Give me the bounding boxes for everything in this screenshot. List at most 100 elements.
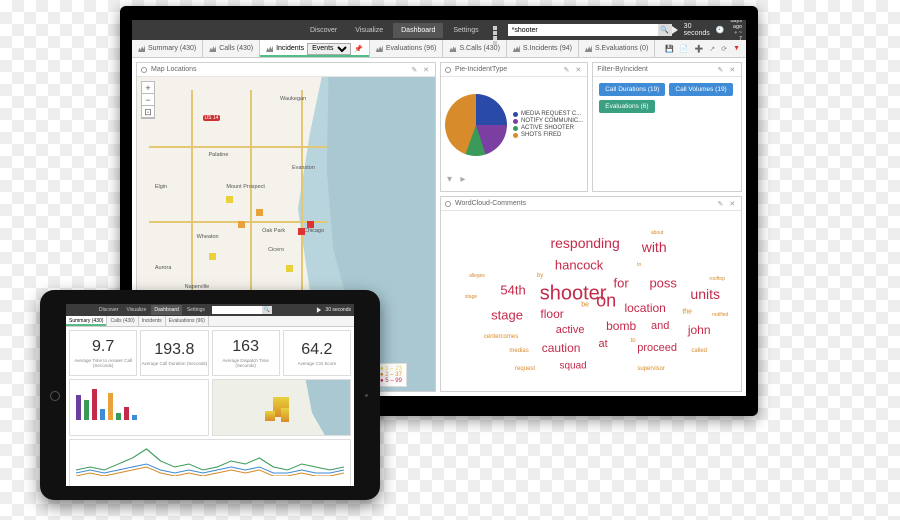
search-button[interactable]: 🔍 [262, 306, 272, 314]
tab-scalls[interactable]: S.Calls (430) [443, 40, 506, 57]
nav-visualize[interactable]: Visualize [123, 305, 149, 315]
zoom-fit-button[interactable]: ⊡ [142, 106, 154, 118]
wordcloud-word[interactable]: caution [542, 341, 581, 355]
search-input[interactable] [508, 24, 658, 36]
tab-sevaluations[interactable]: S.Evaluations (0) [579, 40, 655, 57]
panel-actions[interactable]: ✎ ✕ [411, 66, 431, 74]
pin-icon[interactable]: 📌 [354, 45, 363, 53]
play-icon[interactable] [672, 26, 678, 34]
wordcloud-word[interactable]: for [614, 276, 629, 291]
wordcloud-word[interactable]: supervisor [637, 366, 665, 372]
wordcloud-word[interactable]: rooftop [709, 276, 725, 282]
map-marker[interactable] [226, 196, 233, 203]
zoom-out-button[interactable]: − [142, 94, 154, 106]
wordcloud-word[interactable]: proceed [637, 342, 677, 354]
wordcloud-word[interactable]: to [637, 262, 641, 268]
wordcloud-word[interactable]: stage [465, 294, 477, 300]
wordcloud-word[interactable]: the [682, 308, 692, 315]
tool-new-icon[interactable]: 📄 [680, 45, 689, 53]
wordcloud-word[interactable]: request [515, 366, 535, 372]
wordcloud-word[interactable]: medias [509, 348, 528, 354]
tool-save-icon[interactable]: 💾 [665, 45, 674, 53]
tab-incidents[interactable]: Incidents Events 📌 [260, 40, 370, 57]
wordcloud-word[interactable]: location [624, 301, 665, 315]
nav-settings[interactable]: Settings [184, 305, 208, 315]
map-marker[interactable] [307, 221, 314, 228]
filter-chip[interactable]: Call Volumes (19) [669, 83, 732, 96]
wordcloud-word[interactable]: active [556, 324, 585, 336]
tab-summary[interactable]: Summary (430) [132, 40, 203, 57]
tool-share-icon[interactable]: ↗ [709, 45, 715, 53]
wordcloud-word[interactable]: squad [559, 360, 586, 371]
refresh-interval[interactable]: 30 seconds [684, 23, 710, 37]
wordcloud-word[interactable]: poss [649, 276, 676, 291]
tab-evaluations[interactable]: Evaluations (96) [166, 316, 209, 326]
search-button[interactable]: 🔍 [658, 24, 672, 36]
nav-discover[interactable]: Discover [302, 23, 345, 38]
map-marker[interactable] [256, 209, 263, 216]
tool-add-icon[interactable]: ➕ [695, 45, 704, 53]
wordcloud-word[interactable]: floor [540, 307, 563, 321]
wordcloud-word[interactable]: about [651, 230, 664, 236]
apps-icon[interactable] [493, 25, 498, 35]
wordcloud-word[interactable]: by [537, 273, 543, 279]
wordcloud-word[interactable]: responding [550, 235, 619, 251]
panel-actions[interactable]: ✎ ✕ [564, 66, 584, 74]
nav-settings[interactable]: Settings [445, 23, 486, 38]
panel-actions[interactable]: ✎ ✕ [718, 66, 738, 74]
panel-actions[interactable]: ✎ ✕ [718, 200, 738, 208]
tab-summary[interactable]: Summary (430) [66, 316, 107, 326]
tab-incidents[interactable]: Incidents [139, 316, 166, 326]
bar-chart[interactable] [70, 380, 208, 424]
legend-label[interactable]: MEDIA REQUEST C... [521, 111, 581, 117]
wordcloud-word[interactable]: to [631, 338, 636, 344]
tab-evaluations[interactable]: Evaluations (96) [370, 40, 444, 57]
bar[interactable] [84, 400, 89, 420]
wordcloud-word[interactable]: called [691, 348, 707, 354]
wordcloud-word[interactable]: units [690, 286, 720, 302]
bar[interactable] [116, 413, 121, 420]
wordcloud-word[interactable]: alleges [469, 273, 485, 279]
bar[interactable] [108, 393, 113, 420]
legend-label[interactable]: SHOTS FIRED [521, 132, 561, 138]
legend-label[interactable]: ACTIVE SHOOTER [521, 125, 574, 131]
legend-label[interactable]: NOTIFY COMMUNIC... [521, 118, 583, 124]
tool-refresh-icon[interactable]: ⟳ [721, 45, 727, 53]
bar[interactable] [132, 415, 137, 420]
wordcloud-word[interactable]: notified [712, 312, 728, 318]
tab-calls[interactable]: Calls (430) [203, 40, 260, 57]
wordcloud-word[interactable]: centercomes [484, 334, 518, 340]
wordcloud-word[interactable]: hancock [555, 258, 603, 273]
refresh-interval[interactable]: 30 seconds [325, 307, 351, 313]
tab-sincidents[interactable]: S.Incidents (94) [507, 40, 579, 57]
wordcloud-canvas[interactable]: 1 – 23 2 – 37 5 – 99 shooteronresponding… [441, 211, 741, 391]
play-icon[interactable] [317, 307, 321, 313]
wordcloud-word[interactable]: with [642, 239, 667, 255]
wordcloud-word[interactable]: 54th [500, 283, 525, 298]
bar[interactable] [76, 395, 81, 420]
wordcloud-word[interactable]: and [651, 320, 669, 332]
map-marker[interactable] [238, 221, 245, 228]
filter-chip[interactable]: Evaluations (6) [599, 100, 654, 113]
map-marker[interactable] [286, 265, 293, 272]
map-marker[interactable] [209, 253, 216, 260]
bar[interactable] [92, 389, 97, 420]
wordcloud-word[interactable]: stage [491, 308, 523, 323]
pie-chart[interactable] [445, 94, 507, 156]
clock-icon[interactable]: 🕘 [716, 26, 725, 34]
nav-discover[interactable]: Discover [96, 305, 121, 315]
wordcloud-word[interactable]: john [688, 323, 711, 337]
tool-filter-icon[interactable]: ▼ [733, 45, 740, 52]
tablet-map-panel[interactable] [212, 379, 352, 436]
nav-dashboard[interactable]: Dashboard [151, 305, 181, 315]
zoom-in-button[interactable]: + [142, 82, 154, 94]
sparkline-chart[interactable] [76, 446, 344, 476]
wordcloud-word[interactable]: bomb [606, 319, 636, 333]
filter-chip[interactable]: Call Durations (19) [599, 83, 665, 96]
bar[interactable] [124, 407, 129, 420]
wordcloud-word[interactable]: be [581, 301, 589, 308]
bar[interactable] [100, 409, 105, 420]
incidents-dropdown[interactable]: Events [307, 43, 351, 55]
nav-dashboard[interactable]: Dashboard [393, 23, 443, 38]
nav-visualize[interactable]: Visualize [347, 23, 391, 38]
